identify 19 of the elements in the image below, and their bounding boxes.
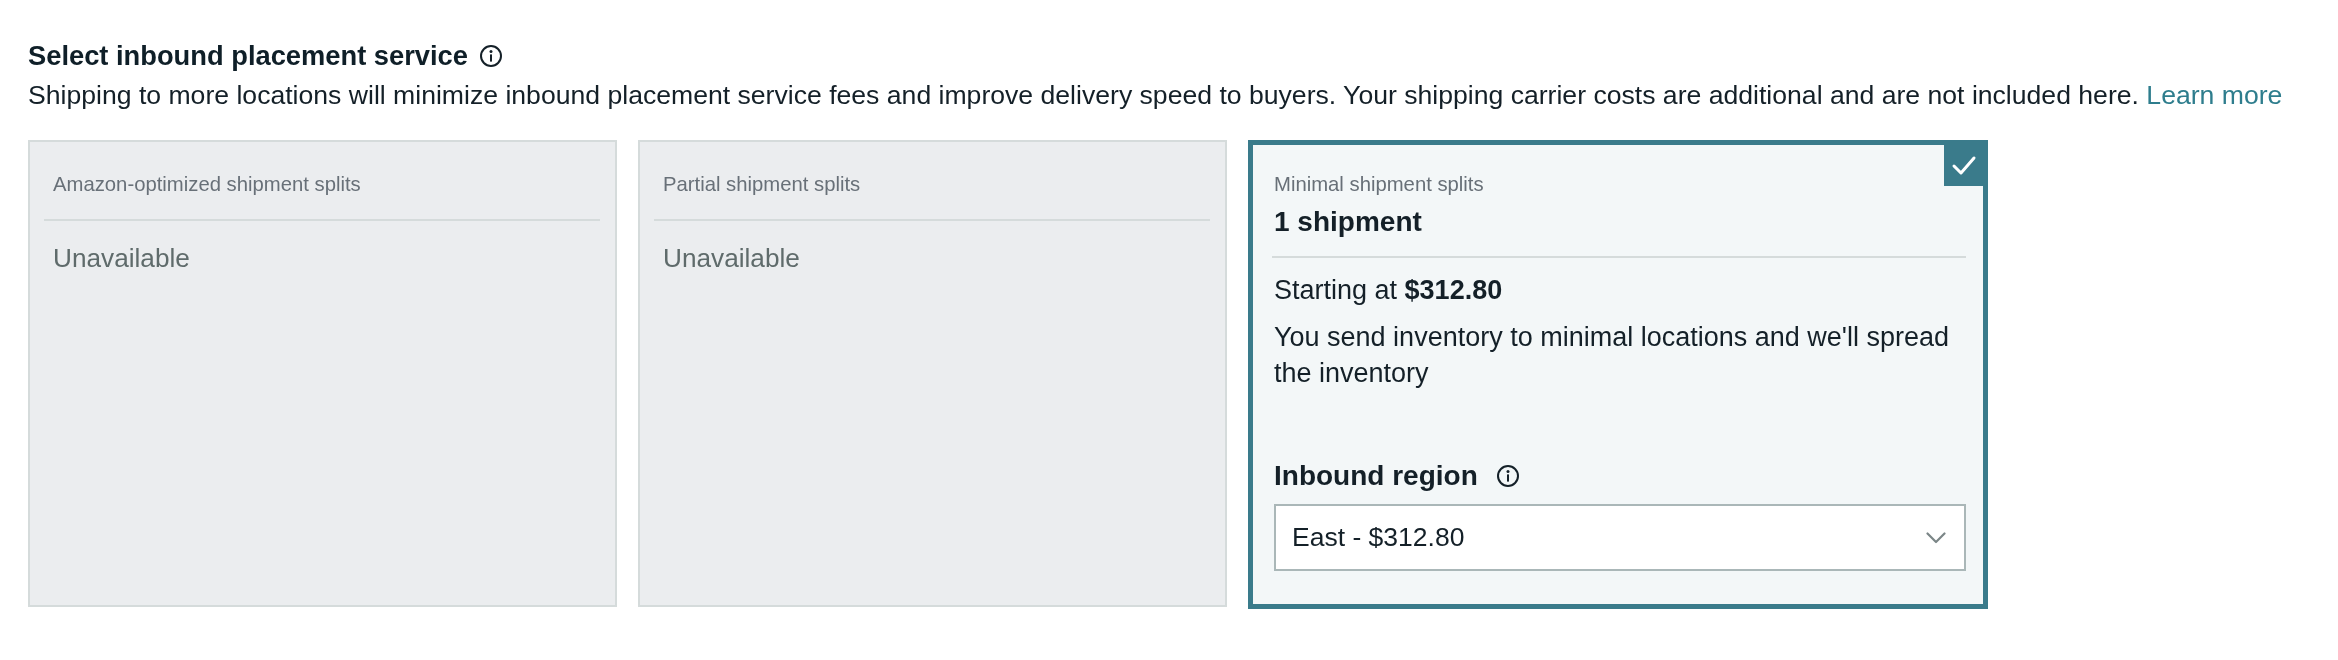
option-description: You send inventory to minimal locations and we'll spread the inventory: [1274, 321, 1951, 390]
option-label: Minimal shipment splits: [1274, 172, 1484, 197]
description-text: Shipping to more locations will minimize inbound placement service fees and improve delivery speed to buyers. Your shipping carrier costs are additional and are not included here. Learn more: [28, 79, 2283, 112]
shipment-count: 1 shipment: [1274, 205, 1422, 239]
unavailable-text: Unavailable: [663, 242, 800, 275]
region-dropdown[interactable]: East - $312.80: [1274, 504, 1966, 571]
option-label: Partial shipment splits: [663, 172, 861, 197]
price-text: Starting at $312.80: [1274, 274, 1503, 307]
section-title: Select inbound placement service: [28, 39, 468, 73]
info-icon: [1496, 465, 1519, 487]
unavailable-text: Unavailable: [53, 242, 190, 275]
option-label: Amazon-optimized shipment splits: [53, 172, 361, 197]
learn-more-link[interactable]: Learn more: [2146, 80, 2283, 110]
info-icon: [479, 45, 502, 67]
option-card[interactable]: Partial shipment splits Unavailable: [638, 140, 1227, 607]
chevron-down-icon: [1926, 531, 1946, 544]
field-label: Inbound region: [1274, 459, 1478, 493]
option-card[interactable]: Minimal shipment splits 1 shipment Starting at $312.80 You send inventory to minimal locations and we'll spread the inventory Inbound region East - $312.80: [1248, 140, 1988, 609]
option-card[interactable]: Amazon-optimized shipment splits Unavailable: [28, 140, 617, 607]
